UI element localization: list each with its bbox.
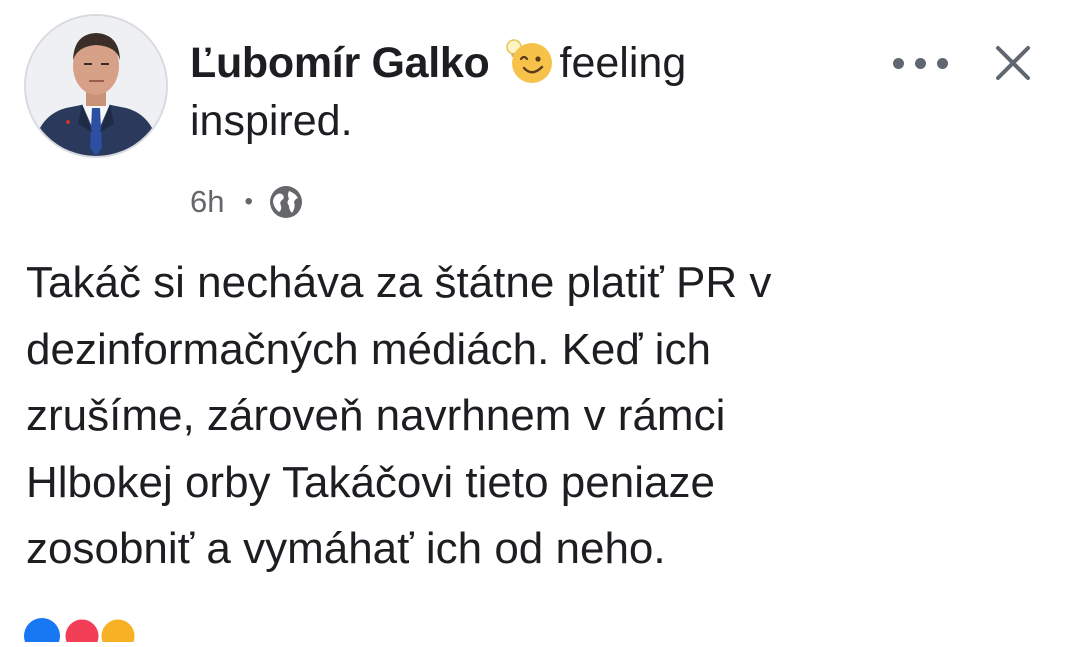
globe-icon[interactable] [267,183,305,221]
post-meta: 6h • [190,181,305,223]
author-avatar[interactable] [24,14,168,158]
more-horizontal-icon[interactable] [893,46,963,80]
facebook-post: Ľubomír Galko feeling inspired. 6h • Tak… [0,0,1080,647]
post-body-text: Takáč si necháva za štátne platiť PR v d… [26,258,772,573]
meta-separator: • [244,188,253,215]
post-timestamp[interactable]: 6h [190,184,224,220]
author-name[interactable]: Ľubomír Galko [190,39,490,87]
inspired-face-emoji-icon [502,35,558,85]
feeling-label: feeling [559,39,687,87]
close-icon[interactable] [992,42,1034,84]
reactions-summary[interactable] [14,612,144,647]
post-header: Ľubomír Galko feeling inspired. [190,34,830,150]
feeling-value[interactable]: inspired. [190,97,353,145]
